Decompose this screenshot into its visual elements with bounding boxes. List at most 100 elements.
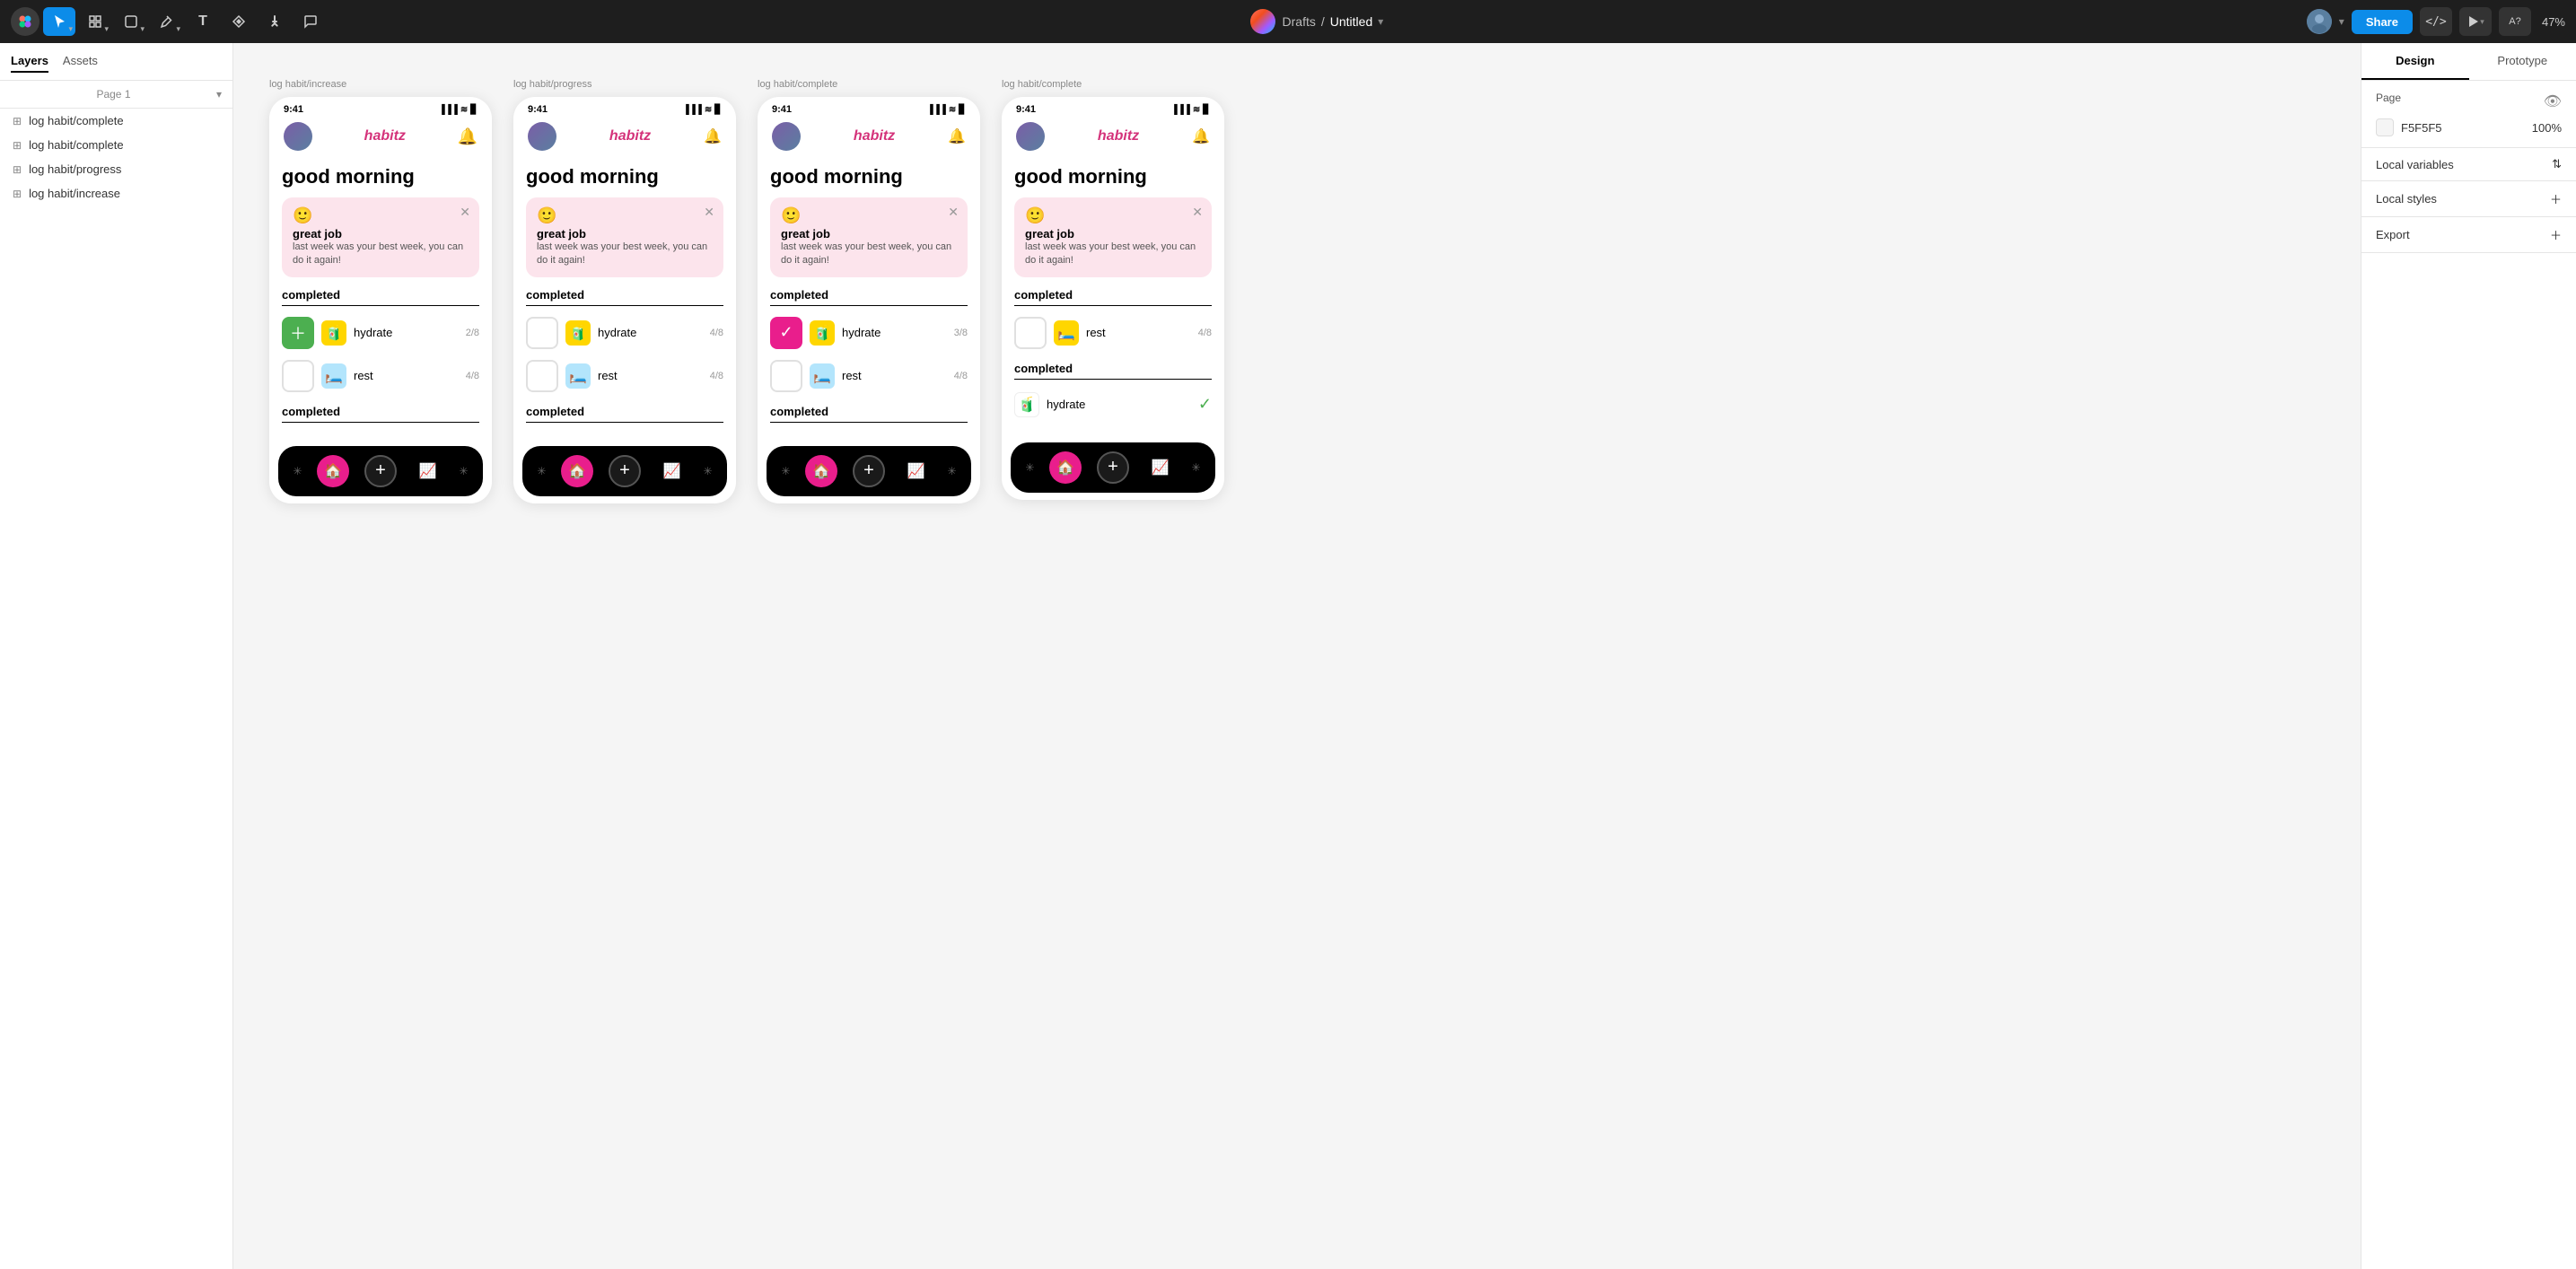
local-styles-add-icon[interactable]: ＋ xyxy=(2550,190,2562,207)
habit-check-rest-3[interactable] xyxy=(770,360,802,392)
section1-3: completed xyxy=(770,288,968,306)
home-btn-3[interactable]: 🏠 xyxy=(805,455,837,487)
habit-check-hydrate-3[interactable]: ✓ xyxy=(770,317,802,349)
main-menu-button[interactable] xyxy=(11,7,39,36)
phone-frame-4[interactable]: 9:41 ▐▐▐≋▊ habitz 🔔 good morning ✕ xyxy=(1002,97,1224,500)
close-notif-4[interactable]: ✕ xyxy=(1192,205,1203,220)
stats-btn-4[interactable]: 📈 xyxy=(1144,451,1177,484)
habit-check-hydrate-2[interactable] xyxy=(526,317,558,349)
habit-hydrate-3: ✓ 🧃 hydrate 3/8 xyxy=(770,311,968,354)
time-2: 9:41 xyxy=(528,104,548,115)
home-btn-1[interactable]: 🏠 xyxy=(317,455,349,487)
layer-item[interactable]: ⊞ log habit/complete xyxy=(0,109,232,133)
present-button[interactable]: ▾ xyxy=(2459,7,2492,36)
habitz-logo-3: habitz xyxy=(854,128,895,144)
local-variables-icon[interactable]: ⇅ xyxy=(2552,157,2562,171)
components-tool[interactable] xyxy=(223,7,255,36)
zoom-label[interactable]: 47% xyxy=(2542,15,2565,29)
completed-name-4: hydrate xyxy=(1047,398,1198,411)
user-avatar[interactable] xyxy=(2307,9,2332,34)
phone-content-2: good morning ✕ 🙂 great job last week was… xyxy=(513,158,736,439)
bell-icon-2[interactable]: 🔔 xyxy=(704,127,722,145)
avatar-dropdown[interactable]: ▾ xyxy=(2339,15,2344,28)
assets-tab[interactable]: Assets xyxy=(63,50,98,73)
completed-icon-4: 🧃 xyxy=(1014,392,1039,417)
page-color-swatch[interactable] xyxy=(2376,118,2394,136)
notification-card-1: ✕ 🙂 great job last week was your best we… xyxy=(282,197,479,277)
stats-btn-3[interactable]: 📈 xyxy=(900,455,933,487)
habit-add-btn-1[interactable]: ＋ xyxy=(282,317,314,349)
hand-tool[interactable] xyxy=(258,7,291,36)
frame-label-4: log habit/complete xyxy=(1002,79,1224,90)
export-row: Export ＋ xyxy=(2361,217,2576,253)
habit-check-rest-4[interactable] xyxy=(1014,317,1047,349)
habit-check-rest-2[interactable] xyxy=(526,360,558,392)
habitz-logo-2: habitz xyxy=(609,128,651,144)
figma-logo xyxy=(1250,9,1275,34)
bell-icon-3[interactable]: 🔔 xyxy=(948,127,966,145)
notif-emoji-2: 🙂 xyxy=(537,206,713,225)
close-notif-2[interactable]: ✕ xyxy=(704,205,714,220)
frame-tool[interactable]: ▾ xyxy=(79,7,111,36)
layer-item[interactable]: ⊞ log habit/progress xyxy=(0,157,232,181)
comment-tool[interactable] xyxy=(294,7,327,36)
move-tool[interactable]: ▾ xyxy=(43,7,75,36)
text-tool[interactable]: T xyxy=(187,7,219,36)
home-btn-4[interactable]: 🏠 xyxy=(1049,451,1082,484)
layers-tab[interactable]: Layers xyxy=(11,50,48,73)
bottom-nav-3: ✳ 🏠 + 📈 ✳ xyxy=(767,446,971,496)
accessibility-button[interactable]: A? xyxy=(2499,7,2531,36)
page-selector[interactable]: Page 1 ▾ xyxy=(0,81,232,109)
add-btn-3[interactable]: + xyxy=(853,455,885,487)
prototype-tab[interactable]: Prototype xyxy=(2469,43,2576,80)
status-icons-2: ▐▐▐≋▊ xyxy=(683,105,722,115)
stats-btn-2[interactable]: 📈 xyxy=(656,455,688,487)
status-bar-1: 9:41 ▐▐▐ ≋ ▊ xyxy=(269,97,492,118)
drafts-label[interactable]: Drafts xyxy=(1283,14,1316,29)
sparkle-right-1: ✳ xyxy=(460,465,469,477)
page-opacity-value[interactable]: 100% xyxy=(2532,121,2562,135)
habit-check-rest-1[interactable] xyxy=(282,360,314,392)
layer-item[interactable]: ⊞ log habit/increase xyxy=(0,181,232,206)
file-title[interactable]: Untitled xyxy=(1330,14,1372,29)
phone-frame-1[interactable]: 9:41 ▐▐▐ ≋ ▊ habitz 🔔 good morning xyxy=(269,97,492,503)
status-bar-3: 9:41 ▐▐▐≋▊ xyxy=(758,97,980,118)
phone-frame-2[interactable]: 9:41 ▐▐▐≋▊ habitz 🔔 good morning ✕ xyxy=(513,97,736,503)
add-btn-4[interactable]: + xyxy=(1097,451,1129,484)
page-dropdown-icon[interactable]: ▾ xyxy=(216,88,222,101)
layer-label: log habit/complete xyxy=(29,138,124,152)
layer-label: log habit/increase xyxy=(29,187,120,200)
close-notif-1[interactable]: ✕ xyxy=(460,205,470,220)
habit-count-rest-1: 4/8 xyxy=(466,371,479,381)
page-color-value[interactable]: F5F5F5 xyxy=(2401,121,2442,135)
frame-progress: log habit/progress 9:41 ▐▐▐≋▊ habitz 🔔 xyxy=(513,79,736,503)
bell-icon-4[interactable]: 🔔 xyxy=(1192,127,1210,145)
home-btn-2[interactable]: 🏠 xyxy=(561,455,593,487)
visibility-icon[interactable]: 👁 xyxy=(2544,92,2562,110)
notif-title-2: great job xyxy=(537,227,713,241)
phone-nav-2: habitz 🔔 xyxy=(513,118,736,158)
share-button[interactable]: Share xyxy=(2352,10,2413,34)
add-btn-2[interactable]: + xyxy=(609,455,641,487)
signal-icon: ▐▐▐ xyxy=(439,105,458,115)
code-view-button[interactable]: </> xyxy=(2420,7,2452,36)
page-color-row: F5F5F5 100% xyxy=(2376,118,2562,136)
habit-icon-rest-1: 🛏️ xyxy=(321,363,346,389)
local-styles-label[interactable]: Local styles xyxy=(2376,192,2437,206)
close-notif-3[interactable]: ✕ xyxy=(948,205,959,220)
left-panel: Layers Assets Page 1 ▾ ⊞ log habit/compl… xyxy=(0,43,233,1269)
add-btn-1[interactable]: + xyxy=(364,455,397,487)
canvas[interactable]: log habit/increase 9:41 ▐▐▐ ≋ ▊ habitz 🔔 xyxy=(233,43,2361,1269)
title-dropdown-icon[interactable]: ▾ xyxy=(1378,15,1383,28)
shape-tool[interactable]: ▾ xyxy=(115,7,147,36)
export-label[interactable]: Export xyxy=(2376,228,2410,241)
stats-btn-1[interactable]: 📈 xyxy=(412,455,444,487)
phone-frame-3[interactable]: 9:41 ▐▐▐≋▊ habitz 🔔 good morning ✕ xyxy=(758,97,980,503)
local-variables-label[interactable]: Local variables xyxy=(2376,158,2454,171)
notif-text-4: last week was your best week, you can do… xyxy=(1025,241,1201,268)
design-tab[interactable]: Design xyxy=(2361,43,2469,80)
export-add-icon[interactable]: ＋ xyxy=(2550,226,2562,243)
layer-item[interactable]: ⊞ log habit/complete xyxy=(0,133,232,157)
pen-tool[interactable]: ▾ xyxy=(151,7,183,36)
bell-icon-1[interactable]: 🔔 xyxy=(458,127,478,146)
